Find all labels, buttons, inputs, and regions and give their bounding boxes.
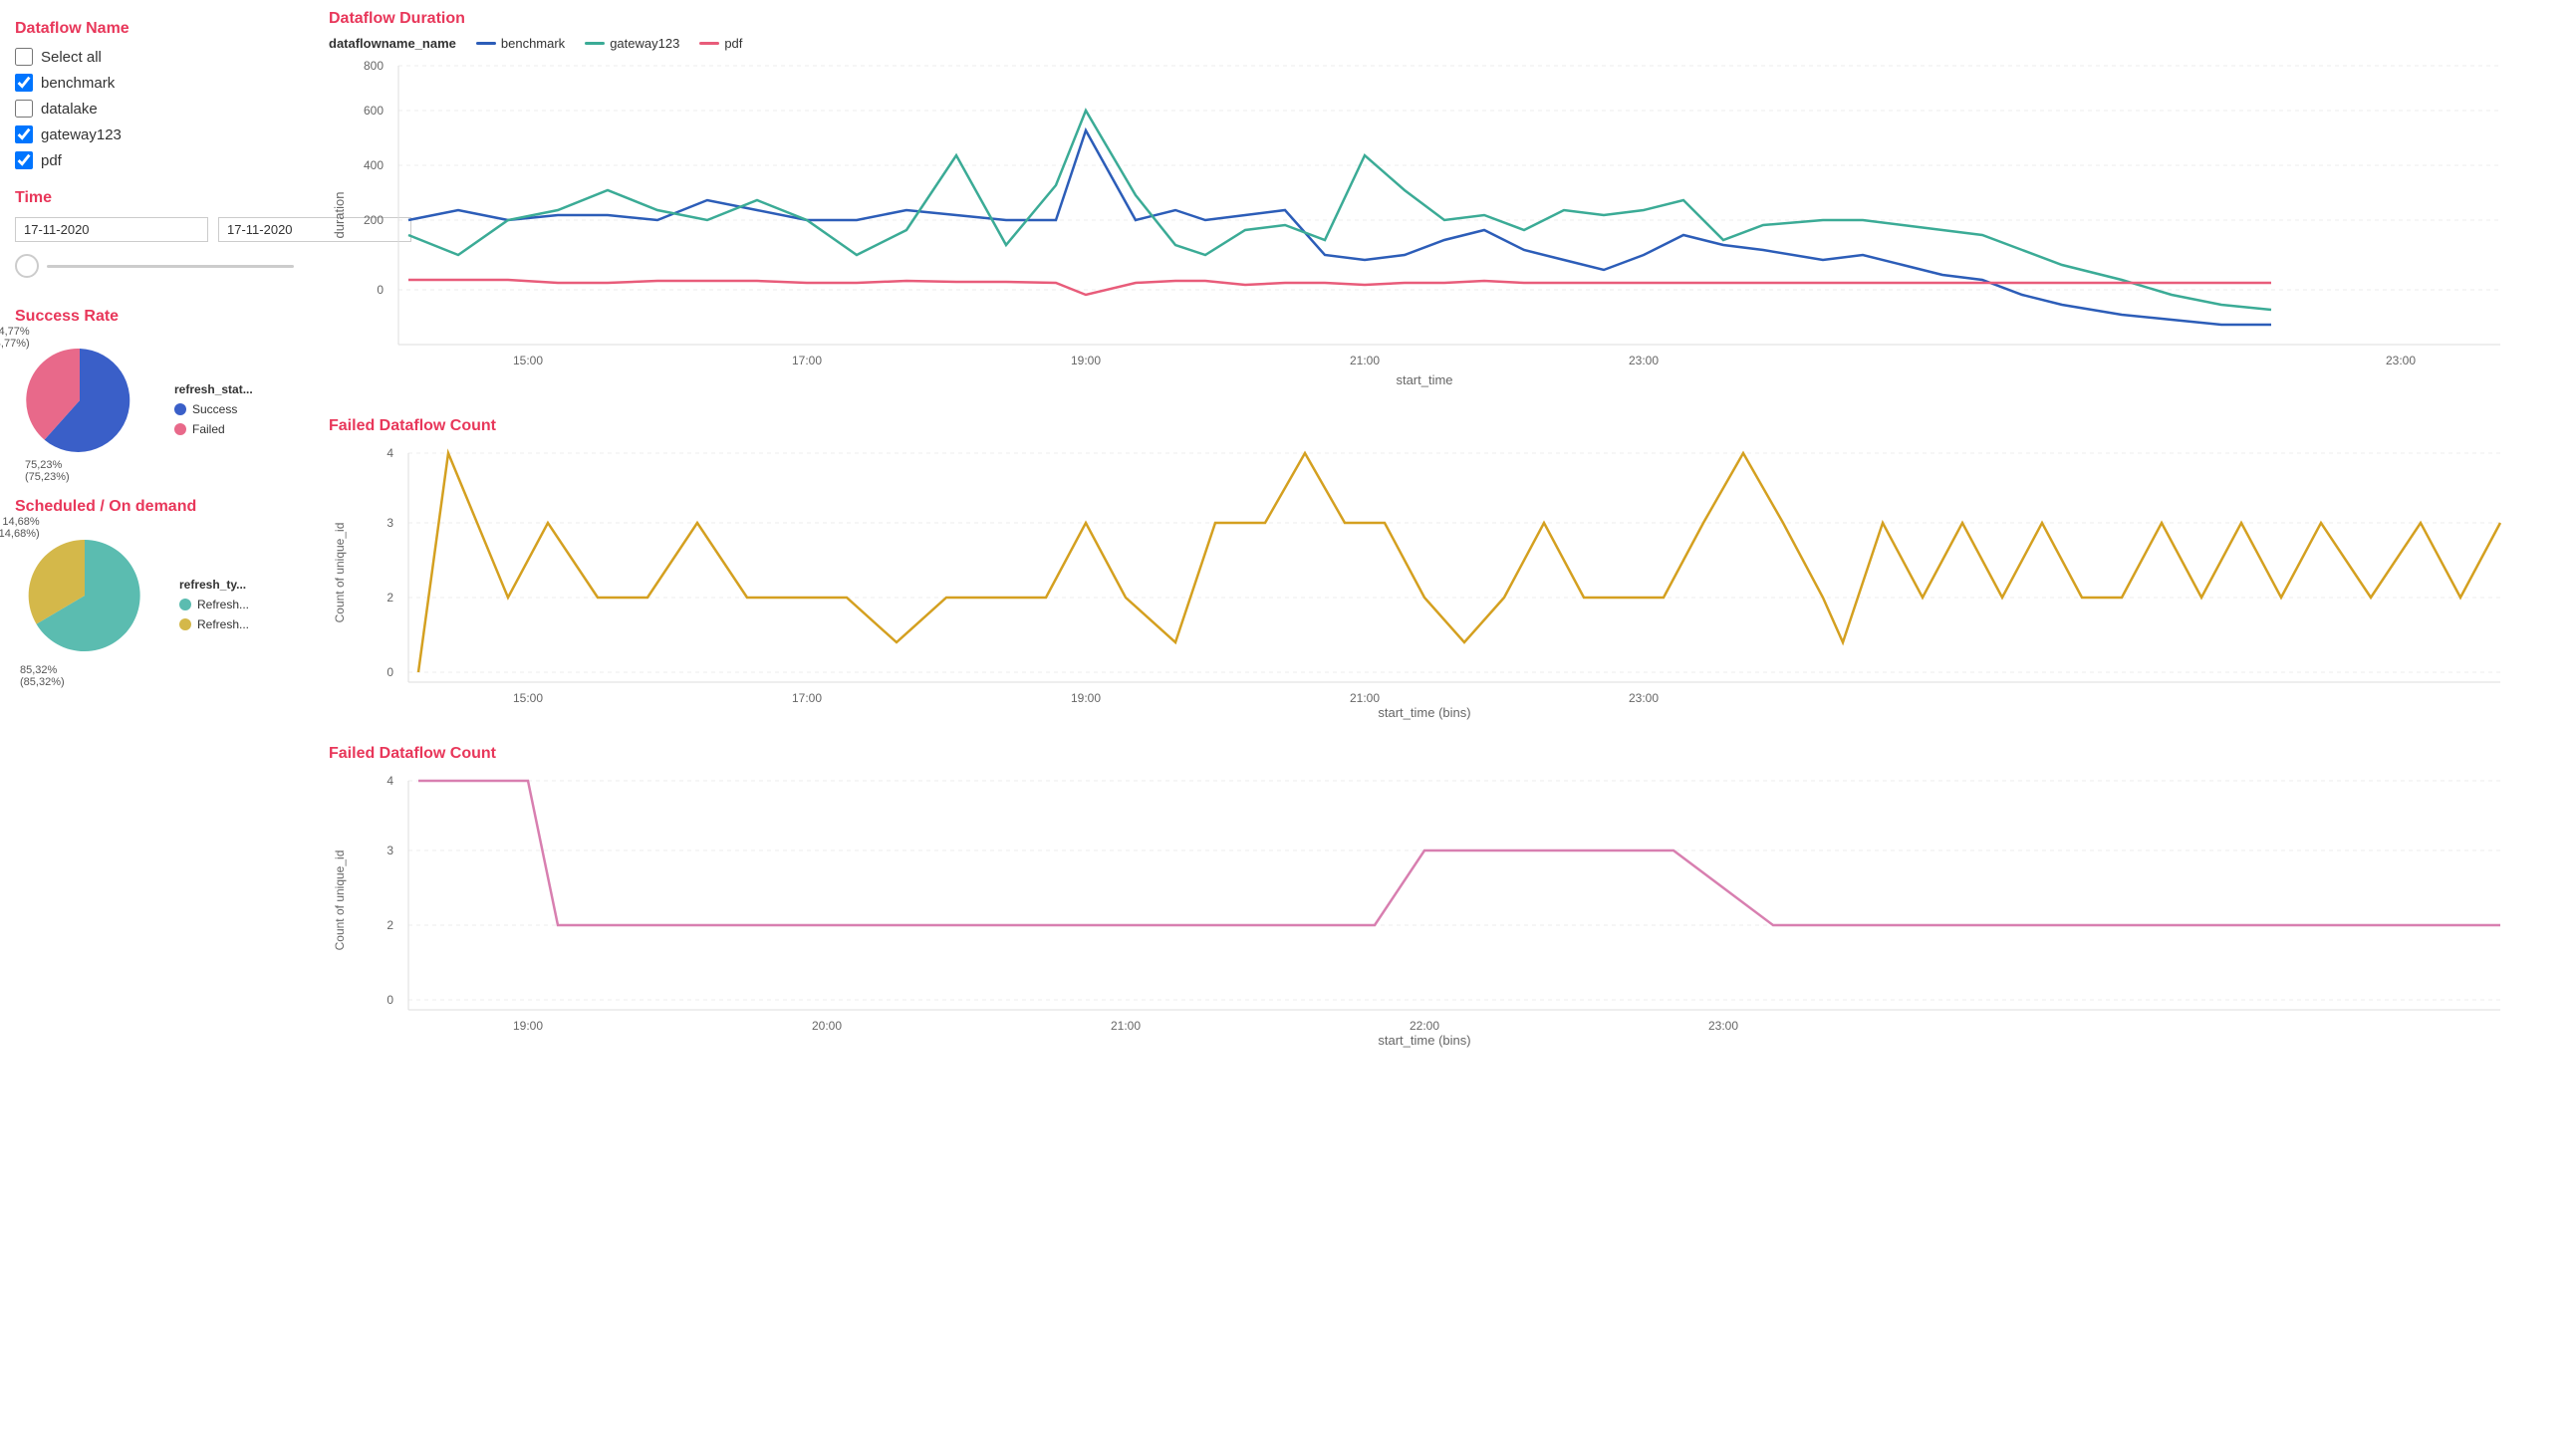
svg-text:start_time (bins): start_time (bins) — [1378, 1033, 1470, 1048]
legend-prefix: dataflowname_name — [329, 36, 456, 51]
scheduled-title: Scheduled / On demand — [15, 498, 294, 516]
svg-text:19:00: 19:00 — [513, 1019, 543, 1033]
checkbox-datalake[interactable]: datalake — [15, 100, 294, 118]
svg-text:3: 3 — [386, 844, 393, 857]
svg-text:2: 2 — [386, 918, 393, 932]
svg-text:15:00: 15:00 — [513, 691, 543, 705]
svg-text:0: 0 — [377, 283, 384, 297]
failed-count-svg: 4 3 2 0 Count of unique_id 15:00 17:00 1… — [329, 443, 2520, 722]
svg-text:20:00: 20:00 — [812, 1019, 842, 1033]
svg-text:duration: duration — [332, 192, 347, 239]
svg-text:23:00: 23:00 — [1629, 354, 1659, 367]
checkbox-select-all[interactable]: Select all — [15, 48, 294, 66]
svg-text:start_time (bins): start_time (bins) — [1378, 705, 1470, 720]
checkbox-benchmark[interactable]: benchmark — [15, 74, 294, 92]
failed-percent-sub: (24,77%) — [0, 338, 30, 350]
svg-text:22:00: 22:00 — [1410, 1019, 1439, 1033]
svg-text:17:00: 17:00 — [792, 354, 822, 367]
success-label: Success — [192, 402, 237, 416]
scheduled-large-sub: (85,32%) — [20, 676, 65, 688]
svg-text:21:00: 21:00 — [1350, 354, 1380, 367]
failed-count-title2: Failed Dataflow Count — [329, 745, 2556, 763]
success-legend-title: refresh_stat... — [174, 382, 253, 396]
svg-text:17:00: 17:00 — [792, 691, 822, 705]
svg-text:15:00: 15:00 — [513, 354, 543, 367]
svg-text:800: 800 — [364, 59, 384, 73]
svg-text:21:00: 21:00 — [1350, 691, 1380, 705]
svg-text:23:00: 23:00 — [1629, 691, 1659, 705]
svg-text:19:00: 19:00 — [1071, 354, 1101, 367]
svg-text:400: 400 — [364, 158, 384, 172]
legend-pdf: pdf — [724, 36, 742, 51]
svg-text:4: 4 — [386, 774, 393, 788]
success-percent-sub: (75,23%) — [25, 471, 70, 483]
refresh-ondemand-label: Refresh... — [197, 617, 249, 631]
svg-text:2: 2 — [386, 591, 393, 605]
scheduled-small-percent: 14,68% — [0, 516, 40, 528]
failed-count-title: Failed Dataflow Count — [329, 417, 2556, 435]
refresh-scheduled-label: Refresh... — [197, 598, 249, 611]
svg-text:200: 200 — [364, 213, 384, 227]
checkbox-pdf[interactable]: pdf — [15, 151, 294, 169]
failed-percent-label: 24,77% — [0, 326, 30, 338]
success-rate-title: Success Rate — [15, 308, 294, 326]
svg-text:start_time: start_time — [1396, 372, 1452, 387]
slider-circle[interactable] — [15, 254, 39, 278]
svg-text:3: 3 — [386, 516, 393, 530]
failed-count-chart2: Failed Dataflow Count 4 3 2 0 — [329, 745, 2556, 1053]
duration-chart: Dataflow Duration dataflowname_name benc… — [329, 10, 2556, 397]
duration-svg: 800 600 400 200 0 duration 15:00 17:00 1… — [329, 56, 2520, 394]
legend-gateway123: gateway123 — [610, 36, 679, 51]
scheduled-small-sub: (14,68%) — [0, 528, 40, 540]
svg-text:600: 600 — [364, 104, 384, 118]
svg-text:0: 0 — [386, 993, 393, 1007]
failed-count-svg2: 4 3 2 0 Count of unique_id 19:00 20:00 2… — [329, 771, 2520, 1050]
scheduled-large-percent: 85,32% — [20, 664, 65, 676]
legend-benchmark: benchmark — [501, 36, 565, 51]
date-start-input[interactable] — [15, 217, 208, 242]
svg-text:Count of unique_id: Count of unique_id — [333, 850, 347, 951]
svg-text:4: 4 — [386, 446, 393, 460]
time-title: Time — [15, 189, 294, 207]
svg-text:21:00: 21:00 — [1111, 1019, 1141, 1033]
svg-text:19:00: 19:00 — [1071, 691, 1101, 705]
failed-count-chart: Failed Dataflow Count 4 3 2 0 — [329, 417, 2556, 725]
svg-text:23:00: 23:00 — [1708, 1019, 1738, 1033]
failed-label: Failed — [192, 422, 225, 436]
success-percent-label: 75,23% — [25, 459, 70, 471]
svg-text:0: 0 — [386, 665, 393, 679]
checkbox-gateway123[interactable]: gateway123 — [15, 125, 294, 143]
duration-chart-title: Dataflow Duration — [329, 10, 2556, 28]
dataflow-name-title: Dataflow Name — [15, 20, 294, 38]
svg-text:Count of unique_id: Count of unique_id — [333, 523, 347, 623]
svg-text:23:00: 23:00 — [2386, 354, 2416, 367]
scheduled-legend-title: refresh_ty... — [179, 578, 249, 592]
slider-track[interactable] — [47, 265, 294, 268]
